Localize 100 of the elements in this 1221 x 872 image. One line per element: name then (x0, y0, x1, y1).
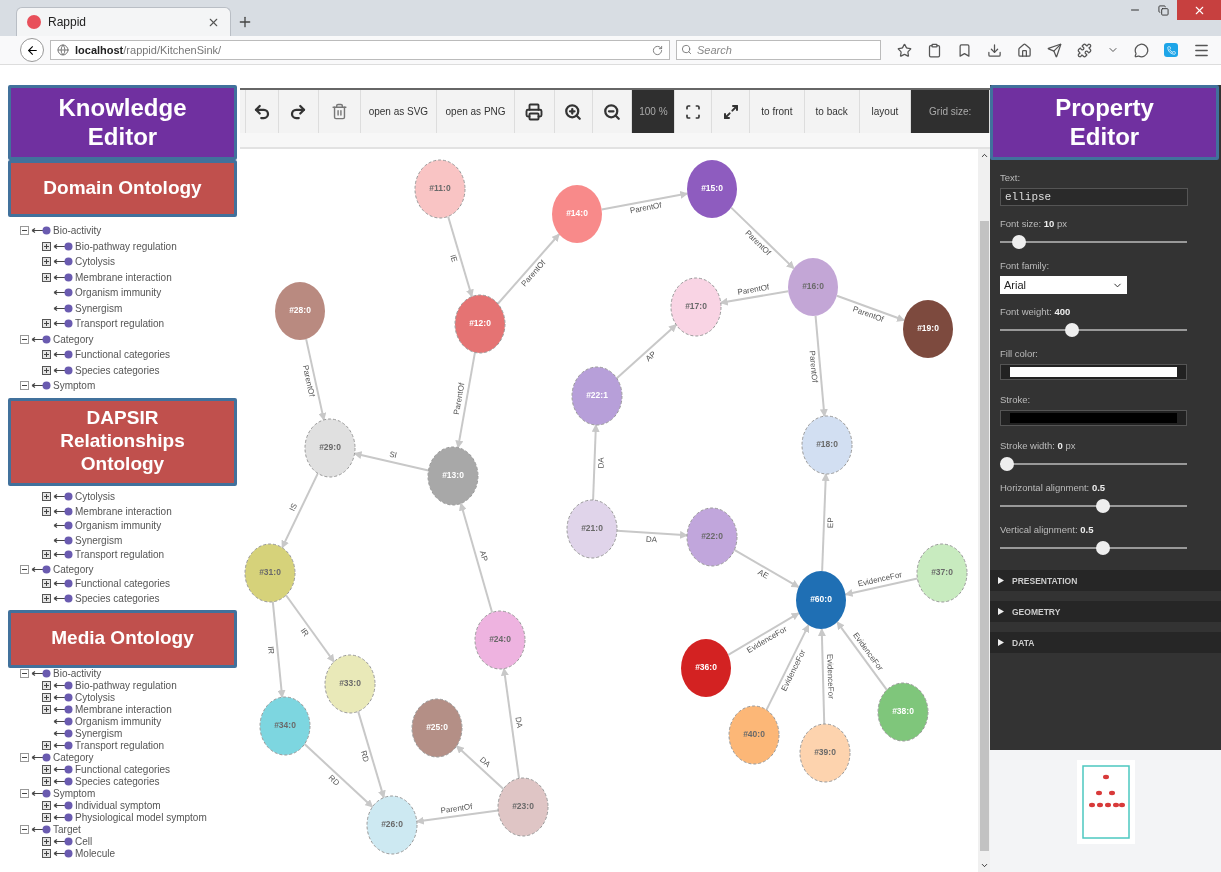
slider-thumb[interactable] (1065, 323, 1079, 337)
star-icon[interactable] (897, 42, 912, 58)
scrollbar-thumb[interactable] (979, 220, 989, 851)
expand-box-icon[interactable] (42, 693, 51, 702)
tree-item[interactable]: Cytolysis (75, 256, 115, 268)
collapse-box-icon[interactable] (20, 669, 29, 678)
graph-node[interactable]: #33:0 (324, 654, 376, 714)
expand-box-icon[interactable] (42, 813, 51, 822)
tree-item[interactable]: Bio-pathway regulation (75, 680, 177, 691)
expand-box-icon[interactable] (42, 593, 51, 603)
graph-node[interactable]: #60:0 (796, 571, 846, 629)
tree-item[interactable]: Membrane interaction (75, 704, 172, 715)
tree-item[interactable]: Molecule (75, 848, 116, 859)
tree-item[interactable]: Organism immunity (75, 520, 162, 532)
collapse-box-icon[interactable] (20, 825, 29, 834)
tree-item[interactable]: Category (53, 752, 94, 763)
tree-item[interactable]: Organism immunity (75, 287, 162, 299)
expand-box-icon[interactable] (42, 257, 51, 267)
graph-node[interactable]: #11:0 (414, 159, 466, 219)
tree-item[interactable]: Bio-activity (53, 225, 102, 237)
restore-icon[interactable] (1157, 4, 1169, 16)
address-bar[interactable]: localhost/rappid/KitchenSink/ (50, 40, 670, 60)
graph-node[interactable]: #19:0 (903, 300, 953, 358)
tree-item[interactable]: Functional categories (75, 349, 171, 361)
tree-item[interactable]: Category (53, 563, 94, 575)
collapse-box-icon[interactable] (20, 226, 29, 236)
expand-box-icon[interactable] (42, 837, 51, 846)
reload-icon[interactable] (652, 44, 663, 56)
tree-item[interactable]: Functional categories (75, 764, 171, 775)
expand-box-icon[interactable] (42, 801, 51, 810)
scroll-down-icon[interactable] (979, 861, 989, 870)
collapsible-section[interactable]: DATA (990, 632, 1221, 653)
tree-item[interactable]: Transport regulation (75, 549, 165, 561)
expand-box-icon[interactable] (42, 849, 51, 858)
tree-item[interactable]: Cytolysis (75, 692, 115, 703)
expand-box-icon[interactable] (42, 777, 51, 786)
expand-box-icon[interactable] (42, 319, 51, 329)
graph-node[interactable]: #31:0 (244, 543, 296, 603)
collapse-box-icon[interactable] (20, 564, 29, 574)
graph-node[interactable]: #29:0 (304, 418, 356, 478)
font-family-select[interactable]: Arial (1000, 276, 1127, 294)
collapse-box-icon[interactable] (20, 334, 29, 344)
tree-item[interactable]: Transport regulation (75, 740, 165, 751)
chat-icon[interactable] (1134, 42, 1149, 58)
expand-box-icon[interactable] (42, 579, 51, 589)
graph-node[interactable]: #39:0 (799, 723, 851, 783)
tree-item[interactable]: Symptom (53, 380, 96, 392)
send-icon[interactable] (1047, 42, 1062, 58)
slider-thumb[interactable] (1000, 457, 1015, 471)
new-tab-icon[interactable] (237, 14, 253, 30)
tree-item[interactable]: Individual symptom (75, 800, 161, 811)
minimap-drawing[interactable] (1081, 765, 1130, 839)
expand-box-icon[interactable] (42, 765, 51, 774)
clipboard-icon[interactable] (927, 42, 942, 58)
color-swatch[interactable] (1010, 367, 1177, 377)
scroll-up-icon[interactable] (979, 151, 989, 160)
graph-node[interactable]: #17:0 (670, 277, 722, 337)
back-button[interactable] (20, 38, 44, 62)
expand-box-icon[interactable] (42, 506, 51, 516)
collapsible-section[interactable]: GEOMETRY (990, 601, 1221, 622)
tree-item[interactable]: Category (53, 333, 94, 345)
tree-item[interactable]: Bio-activity (53, 668, 102, 679)
tree-item[interactable]: Species categories (75, 364, 160, 376)
home-icon[interactable] (1017, 42, 1032, 58)
tree-item[interactable]: Synergism (75, 302, 123, 314)
tree-item[interactable]: Organism immunity (75, 716, 162, 727)
collapse-box-icon[interactable] (20, 753, 29, 762)
slider-thumb[interactable] (1011, 235, 1026, 249)
expand-box-icon[interactable] (42, 365, 51, 375)
slider-thumb[interactable] (1095, 499, 1110, 513)
tree-item[interactable]: Species categories (75, 592, 160, 604)
expand-box-icon[interactable] (42, 272, 51, 282)
tree-item[interactable]: Symptom (53, 788, 96, 799)
color-swatch[interactable] (1010, 413, 1177, 423)
tree-item[interactable]: Transport regulation (75, 318, 165, 330)
expand-box-icon[interactable] (42, 241, 51, 251)
expand-box-icon[interactable] (42, 741, 51, 750)
expand-box-icon[interactable] (42, 492, 51, 502)
tree-item[interactable]: Cell (75, 836, 93, 847)
graph-node[interactable]: #15:0 (687, 160, 737, 218)
text-field[interactable]: ellipse (1000, 188, 1188, 206)
expand-box-icon[interactable] (42, 681, 51, 690)
tree-item[interactable]: Synergism (75, 534, 123, 546)
tree-item[interactable]: Membrane interaction (75, 505, 172, 517)
tree-item[interactable]: Membrane interaction (75, 271, 172, 283)
expand-box-icon[interactable] (42, 550, 51, 560)
collapsible-section[interactable]: PRESENTATION (990, 570, 1221, 591)
graph-node[interactable]: #37:0 (916, 543, 968, 603)
collapse-box-icon[interactable] (20, 789, 29, 798)
graph-node[interactable]: #18:0 (801, 415, 853, 475)
expand-box-icon[interactable] (42, 705, 51, 714)
tree-item[interactable]: Target (53, 824, 81, 835)
tree-item[interactable]: Functional categories (75, 578, 171, 590)
tree-item[interactable]: Species categories (75, 776, 160, 787)
collapse-box-icon[interactable] (20, 381, 29, 391)
graph-node[interactable]: #21:0 (566, 499, 618, 559)
browser-tab[interactable]: Rappid (16, 7, 231, 36)
puzzle-icon[interactable] (1077, 42, 1092, 58)
slider-thumb[interactable] (1095, 541, 1110, 555)
graph-node[interactable]: #26:0 (366, 795, 418, 855)
